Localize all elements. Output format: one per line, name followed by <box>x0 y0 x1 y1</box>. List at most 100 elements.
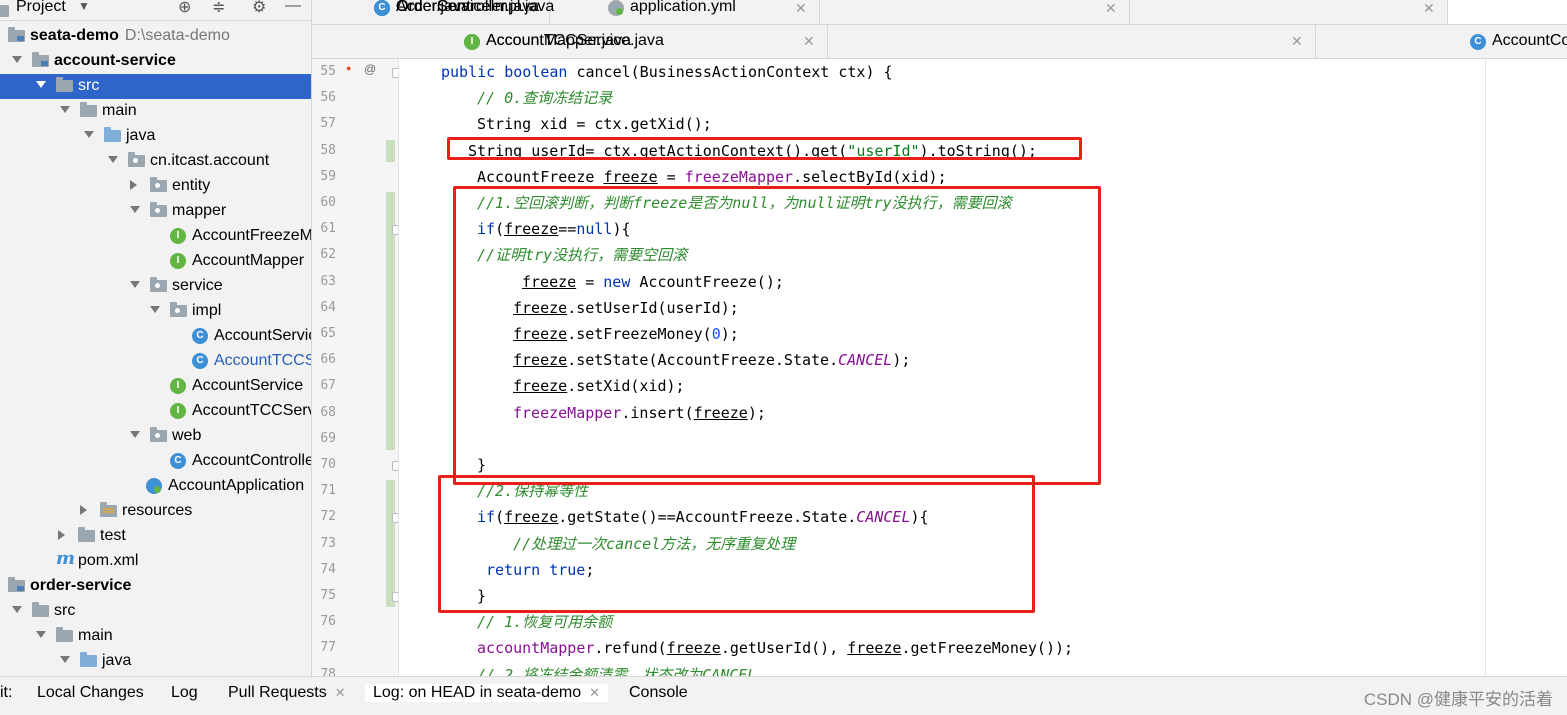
code-token: } <box>477 456 487 474</box>
project-panel-header: Project ▼ ⊕ ≑ ⚙ — <box>0 0 311 21</box>
gear-icon[interactable]: ⚙ <box>252 0 266 17</box>
tool-tab-local-changes[interactable]: Local Changes <box>37 684 144 702</box>
chevron-down-icon[interactable]: ▼ <box>78 0 90 13</box>
fold-icon[interactable] <box>392 225 398 236</box>
implemented-method-icon[interactable]: ● <box>346 63 351 73</box>
package-icon <box>128 152 145 167</box>
editor-tab-acc[interactable]: Acc <box>374 0 1567 24</box>
tree-item-seata-demo[interactable]: seata-demo D:\seata-demo <box>0 24 311 49</box>
tool-window-prefix: it: <box>0 684 13 701</box>
tree-item-label: service <box>172 277 223 294</box>
tool-tab-pull-requests[interactable]: Pull Requests ✕ <box>228 684 346 702</box>
tree-item-accountservice[interactable]: AccountService <box>0 374 311 399</box>
tree-item-accountmapper[interactable]: AccountMapper <box>0 249 311 274</box>
tree-item-accountapplication[interactable]: AccountApplication <box>0 474 311 499</box>
code-line: String userId= ctx.getActionContext().ge… <box>468 138 1037 164</box>
editor-tab-ordercontroller-java[interactable]: OrderController.java✕ <box>374 0 1130 24</box>
fold-icon[interactable] <box>392 592 398 602</box>
code-token: freeze <box>513 351 568 370</box>
editor-tab-accountco[interactable]: AccountCo <box>1316 25 1567 58</box>
tree-item-resources[interactable]: resources <box>0 499 311 524</box>
tree-item-main[interactable]: main <box>0 99 311 124</box>
code-line: // 0.查询冻结记录 <box>477 85 612 111</box>
close-icon[interactable]: ✕ <box>1291 33 1303 50</box>
package-icon <box>150 177 167 192</box>
tree-item-web[interactable]: web <box>0 424 311 449</box>
chevron-down-icon[interactable] <box>84 131 94 138</box>
code-token: String userId= ctx.getActionContext().ge… <box>468 141 848 160</box>
chevron-down-icon[interactable] <box>60 656 70 663</box>
fold-icon[interactable] <box>392 68 398 78</box>
tree-item-main[interactable]: main <box>0 624 311 649</box>
chevron-down-icon[interactable] <box>130 431 140 438</box>
editor-tab-accountmapper-java[interactable]: AccountMapper.java ✕ <box>464 25 1316 58</box>
close-icon[interactable]: ✕ <box>1423 0 1435 17</box>
tree-item-accountserviceimpl[interactable]: AccountServiceImpl <box>0 324 311 349</box>
folder-icon <box>56 627 73 642</box>
project-panel-title[interactable]: Project <box>16 0 66 16</box>
chevron-right-icon[interactable] <box>80 505 87 515</box>
tree-item-entity[interactable]: entity <box>0 174 311 199</box>
code-token: freeze <box>513 298 568 317</box>
chevron-right-icon[interactable] <box>58 530 65 540</box>
close-icon[interactable]: ✕ <box>795 0 807 17</box>
close-icon[interactable]: ✕ <box>1105 0 1117 17</box>
code-line: } <box>477 452 486 478</box>
close-icon[interactable]: ✕ <box>803 33 815 50</box>
tree-item-src[interactable]: src <box>0 74 311 99</box>
tree-item-java[interactable]: java <box>0 649 311 674</box>
class-icon <box>1470 34 1486 50</box>
change-marker <box>386 480 395 608</box>
tree-item-src[interactable]: src <box>0 599 311 624</box>
code-line: // 1.恢复可用余额 <box>477 609 612 635</box>
chevron-down-icon[interactable] <box>130 206 140 213</box>
interface-icon <box>170 403 186 419</box>
line-number: 77 <box>320 640 336 656</box>
editor-tab-orderserviceimpl-java[interactable]: OrderServiceImpl.java✕ <box>374 0 1448 24</box>
locate-icon[interactable]: ⊕ <box>178 0 191 17</box>
tree-item-pom-xml[interactable]: pom.xml <box>0 548 311 574</box>
tree-item-label: AccountFreezeMapper <box>192 227 312 244</box>
tree-item-test[interactable]: test <box>0 524 311 549</box>
chevron-down-icon[interactable] <box>130 281 140 288</box>
close-icon[interactable]: ✕ <box>335 685 346 700</box>
code-token: .setXid(xid); <box>567 377 685 396</box>
tree-item-cn-itcast-account[interactable]: cn.itcast.account <box>0 149 311 174</box>
tree-item-label: pom.xml <box>78 552 139 569</box>
tool-tab-console[interactable]: Console <box>629 684 688 702</box>
code-editor[interactable]: public boolean cancel(BusinessActionCont… <box>399 59 1567 676</box>
fold-icon[interactable] <box>392 513 398 524</box>
tree-item-java[interactable]: java <box>0 124 311 149</box>
tool-tab-log[interactable]: Log <box>171 684 198 702</box>
tree-item-accountfreezemapper[interactable]: AccountFreezeMapper <box>0 224 311 249</box>
line-number: 61 <box>320 221 336 237</box>
fold-icon[interactable] <box>392 461 398 471</box>
minimize-icon[interactable]: — <box>285 0 301 15</box>
chevron-down-icon[interactable] <box>12 56 22 63</box>
code-token: ( <box>495 220 505 239</box>
line-number: 78 <box>320 666 336 676</box>
tool-tab-log-on-head-in-seata-demo[interactable]: Log: on HEAD in seata-demo ✕ <box>365 684 609 702</box>
close-icon[interactable]: ✕ <box>589 685 600 700</box>
tree-item-account-service[interactable]: account-service <box>0 49 311 74</box>
chevron-down-icon[interactable] <box>36 631 46 638</box>
chevron-down-icon[interactable] <box>60 106 70 113</box>
chevron-down-icon[interactable] <box>150 306 160 313</box>
tree-item-accounttccservice[interactable]: AccountTCCService <box>0 399 311 424</box>
collapse-all-icon[interactable]: ≑ <box>212 0 225 17</box>
chevron-down-icon[interactable] <box>108 156 118 163</box>
tree-item-impl[interactable]: impl <box>0 299 311 324</box>
tree-item-accountcontroller[interactable]: AccountController <box>0 449 311 474</box>
line-number: 72 <box>320 509 336 525</box>
code-token: CANCEL <box>838 351 893 370</box>
tree-item-mapper[interactable]: mapper <box>0 199 311 224</box>
chevron-down-icon[interactable] <box>36 81 46 88</box>
code-token: null <box>576 220 613 239</box>
chevron-right-icon[interactable] <box>130 180 137 190</box>
tree-item-service[interactable]: service <box>0 274 311 299</box>
tree-item-accounttccserviceimpl[interactable]: AccountTCCServiceImpl <box>0 349 311 374</box>
tree-item-order-service[interactable]: order-service <box>0 574 311 599</box>
chevron-down-icon[interactable] <box>12 606 22 613</box>
code-line: accountMapper.refund(freeze.getUserId(),… <box>477 635 1073 661</box>
editor-tab-application-yml[interactable]: application.yml ✕ <box>550 0 820 24</box>
